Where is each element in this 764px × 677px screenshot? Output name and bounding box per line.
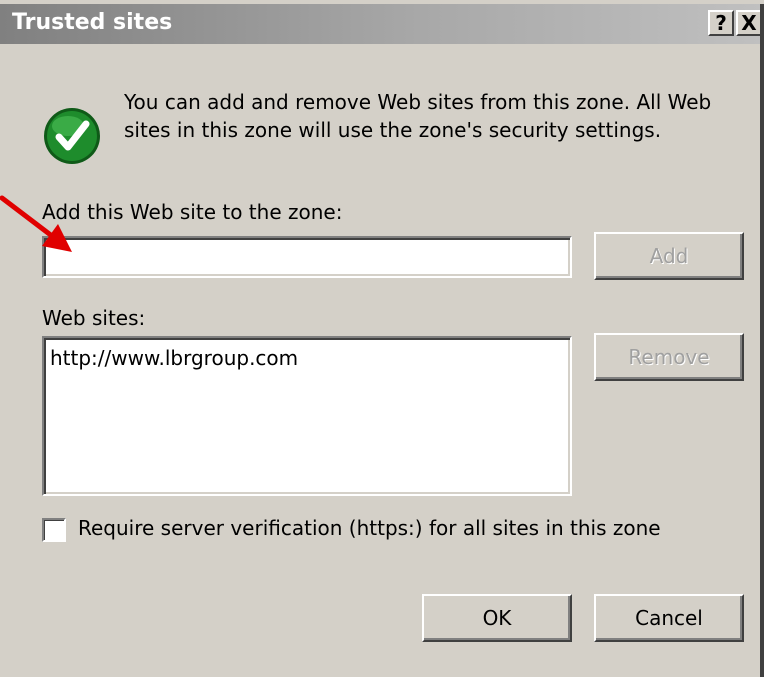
web-sites-label: Web sites: [42, 306, 146, 330]
verification-checkbox[interactable] [42, 518, 66, 542]
window-border [760, 4, 764, 677]
window-title: Trusted sites [12, 10, 173, 35]
trusted-sites-dialog: Trusted sites ? X You can add and remove… [0, 0, 764, 677]
list-item[interactable]: http://www.lbrgroup.com [50, 346, 564, 370]
info-text: You can add and remove Web sites from th… [124, 90, 712, 142]
green-check-icon [44, 108, 100, 164]
title-bar[interactable]: Trusted sites ? X [0, 4, 764, 44]
verification-label[interactable]: Require server verification (https:) for… [78, 516, 661, 540]
help-button[interactable]: ? [708, 10, 734, 36]
website-input[interactable] [42, 236, 572, 278]
close-button[interactable]: X [736, 10, 762, 36]
add-button[interactable]: Add [594, 232, 744, 280]
remove-button[interactable]: Remove [594, 333, 744, 381]
cancel-button[interactable]: Cancel [594, 594, 744, 642]
ok-button[interactable]: OK [422, 594, 572, 642]
web-sites-list[interactable]: http://www.lbrgroup.com [42, 336, 572, 496]
red-arrow-annotation [0, 195, 72, 252]
